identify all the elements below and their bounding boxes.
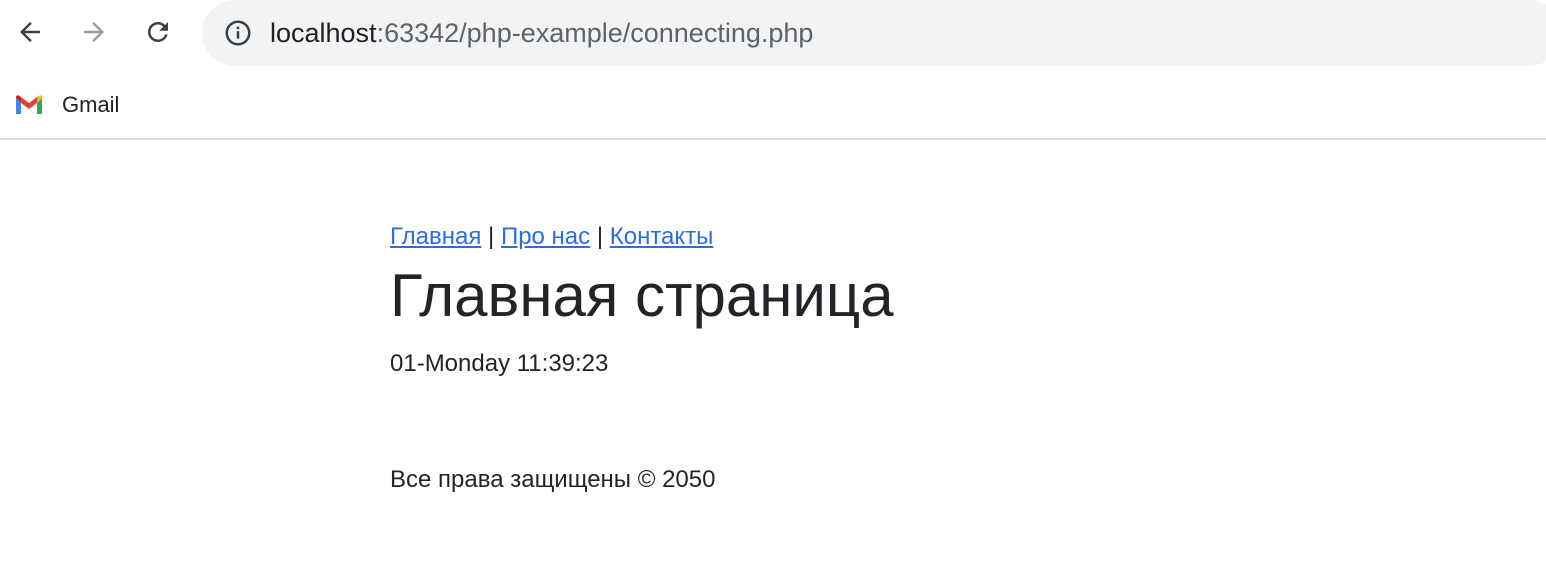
menu-separator: |: [488, 223, 495, 250]
address-bar[interactable]: localhost:63342/php-example/connecting.p…: [202, 0, 1546, 66]
gmail-icon: [16, 95, 42, 114]
menu-link-home[interactable]: Главная: [390, 223, 481, 250]
url-text[interactable]: localhost:63342/php-example/connecting.p…: [270, 17, 813, 49]
reload-button[interactable]: [140, 14, 176, 50]
page-title: Главная страница: [390, 262, 894, 329]
info-icon: [225, 20, 251, 46]
url-host: localhost: [270, 18, 377, 48]
arrow-right-icon: [84, 22, 104, 42]
bookmarks-bar: Gmail: [0, 66, 1546, 140]
bookmark-label: Gmail: [62, 92, 120, 117]
url-path: :63342/php-example/connecting.php: [376, 18, 814, 48]
arrow-left-icon: [20, 22, 40, 42]
site-info-button[interactable]: [222, 17, 254, 49]
menu-link-about[interactable]: Про нас: [501, 223, 590, 250]
reload-icon: [147, 21, 168, 42]
menu-link-contacts[interactable]: Контакты: [610, 223, 714, 250]
site-menu: Главная | Про нас | Контакты: [390, 222, 713, 252]
bookmark-gmail[interactable]: Gmail: [14, 90, 119, 120]
browser-toolbar: localhost:63342/php-example/connecting.p…: [0, 0, 1546, 66]
back-button[interactable]: [12, 14, 48, 50]
menu-separator: |: [596, 223, 604, 250]
forward-button[interactable]: [76, 14, 112, 50]
current-datetime: 01-Monday 11:39:23: [390, 350, 609, 377]
copyright-footer: Все права защищены © 2050: [390, 466, 716, 493]
